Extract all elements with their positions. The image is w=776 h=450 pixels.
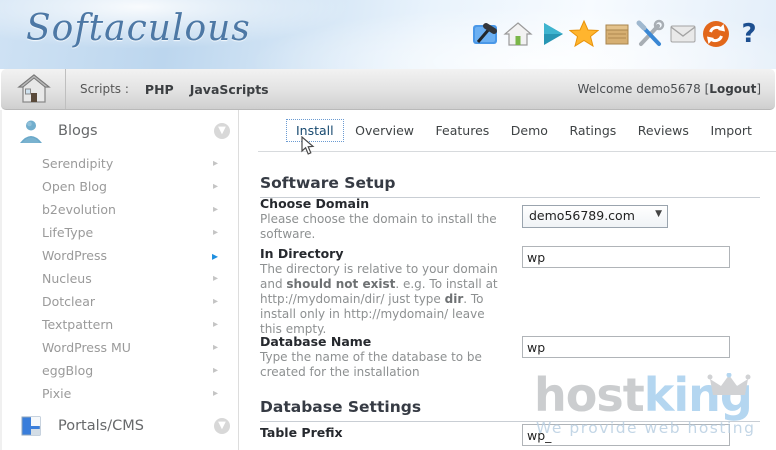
play-icon[interactable] (536, 19, 566, 49)
sidebar-item-eggblog[interactable]: eggBlog▸ (2, 359, 240, 382)
item-label: LifeType (42, 225, 213, 240)
arrow-icon: ▸ (213, 227, 218, 238)
nav-divider (65, 69, 66, 109)
user-icon (16, 116, 46, 146)
arrow-icon: ▸ (213, 181, 218, 192)
toolbox-icon[interactable] (470, 19, 500, 49)
field-desc: Type the name of the database to be crea… (260, 350, 510, 380)
database-name-input[interactable] (522, 336, 730, 358)
sidebar-item-textpattern[interactable]: Textpattern▸ (2, 313, 240, 336)
category-label: Blogs (58, 123, 214, 139)
welcome-suffix: ] (756, 82, 761, 96)
tools-icon[interactable] (635, 19, 665, 49)
item-label: Open Blog (42, 179, 213, 194)
desc-part-bold: should not exist (286, 277, 395, 291)
sidebar-item-dotclear[interactable]: Dotclear▸ (2, 290, 240, 313)
mouse-cursor (301, 136, 315, 160)
sidebar-item-lifetype[interactable]: LifeType▸ (2, 221, 240, 244)
field-table-prefix: Table Prefix (260, 425, 776, 450)
scripts-label: Scripts : (80, 82, 129, 96)
item-label: Dotclear (42, 294, 213, 309)
softaculous-page: Softaculous (0, 0, 776, 450)
item-label: Nucleus (42, 271, 213, 286)
sidebar-item-open-blog[interactable]: Open Blog▸ (2, 175, 240, 198)
domain-select[interactable]: demo56789.com ▼ (522, 205, 668, 228)
sidebar-item-pixie[interactable]: Pixie▸ (2, 382, 240, 405)
help-icon[interactable]: ? (734, 19, 764, 49)
field-desc: Please choose the domain to install the … (260, 212, 510, 242)
arrow-icon: ▸ (213, 204, 218, 215)
banner-icon-toolbar: ? (470, 19, 764, 49)
item-label: b2evolution (42, 202, 213, 217)
field-desc: The directory is relative to your domain… (260, 262, 510, 337)
main-content: Install Overview Features Demo Ratings R… (258, 110, 776, 450)
section-title-database-settings: Database Settings (260, 398, 760, 422)
sidebar: Blogs ▼ Serendipity▸ Open Blog▸ b2evolut… (0, 110, 240, 450)
sidebar-item-serendipity[interactable]: Serendipity▸ (2, 152, 240, 175)
item-label: Textpattern (42, 317, 213, 332)
chevron-down-icon[interactable]: ▼ (214, 123, 230, 139)
arrow-icon: ▸ (213, 273, 218, 284)
tab-demo[interactable]: Demo (501, 119, 558, 142)
category-label: Portals/CMS (58, 418, 214, 434)
sidebar-item-wordpress[interactable]: WordPress▸ (2, 244, 240, 267)
domain-select-value: demo56789.com (529, 208, 635, 223)
help-glyph: ? (741, 19, 756, 49)
sidebar-category-blogs[interactable]: Blogs ▼ (2, 110, 240, 152)
field-database-name: Database Name Type the name of the datab… (260, 334, 776, 382)
table-prefix-input[interactable] (522, 424, 730, 446)
welcome-prefix: Welcome demo5678 [ (578, 82, 710, 96)
arrow-icon: ▸ (213, 158, 218, 169)
select-arrow-icon: ▼ (655, 209, 662, 219)
logout-link[interactable]: Logout (709, 82, 756, 96)
item-label: eggBlog (42, 363, 213, 378)
home-icon[interactable] (503, 19, 533, 49)
refresh-icon[interactable] (701, 19, 731, 49)
welcome-text: Welcome demo5678 [Logout] (578, 82, 761, 96)
tab-features[interactable]: Features (426, 119, 500, 142)
nav-home-icon[interactable] (13, 71, 55, 107)
desc-part-bold: dir (445, 292, 464, 306)
arrow-icon: ▸ (213, 342, 218, 353)
nav-link-php[interactable]: PHP (145, 82, 174, 97)
item-label: WordPress MU (42, 340, 213, 355)
arrow-icon-active: ▸ (212, 249, 218, 263)
field-in-directory: In Directory The directory is relative t… (260, 246, 776, 332)
in-directory-input[interactable] (522, 246, 730, 268)
sidebar-item-wordpress-mu[interactable]: WordPress MU▸ (2, 336, 240, 359)
sidebar-item-b2evolution[interactable]: b2evolution▸ (2, 198, 240, 221)
field-choose-domain: Choose Domain Please choose the domain t… (260, 196, 776, 244)
package-icon[interactable] (602, 19, 632, 49)
tab-import[interactable]: Import (700, 119, 762, 142)
nav-bar: Scripts : PHP JavaScripts Welcome demo56… (1, 69, 775, 110)
tab-overview[interactable]: Overview (345, 119, 424, 142)
sidebar-divider (238, 110, 239, 450)
item-label: Serendipity (42, 156, 213, 171)
tab-reviews[interactable]: Reviews (628, 119, 699, 142)
sidebar-item-nucleus[interactable]: Nucleus▸ (2, 267, 240, 290)
arrow-icon: ▸ (213, 319, 218, 330)
star-icon[interactable] (569, 19, 599, 49)
arrow-icon: ▸ (213, 388, 218, 399)
field-label: Choose Domain (260, 196, 776, 211)
item-label: Pixie (42, 386, 213, 401)
arrow-icon: ▸ (213, 365, 218, 376)
window-icon (16, 411, 46, 441)
arrow-icon: ▸ (213, 296, 218, 307)
chevron-down-icon[interactable]: ▼ (214, 418, 230, 434)
softaculous-logo: Softaculous (26, 8, 251, 49)
nav-link-javascripts[interactable]: JavaScripts (190, 82, 269, 97)
item-label: WordPress (42, 248, 212, 263)
sidebar-category-portals-cms[interactable]: Portals/CMS ▼ (2, 405, 240, 447)
section-title-software-setup: Software Setup (260, 174, 760, 198)
mail-icon[interactable] (668, 19, 698, 49)
tab-ratings[interactable]: Ratings (559, 119, 626, 142)
tab-bar: Install Overview Features Demo Ratings R… (258, 110, 776, 152)
top-banner: Softaculous (0, 0, 776, 69)
